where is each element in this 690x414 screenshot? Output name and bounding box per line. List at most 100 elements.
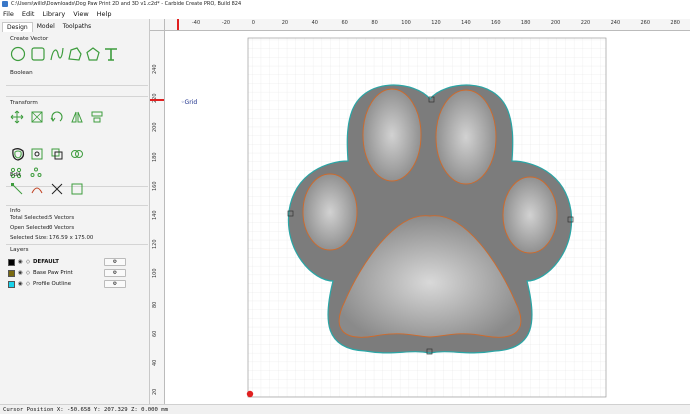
cursor-marker <box>177 19 179 30</box>
toe-pad-right[interactable] <box>502 176 558 254</box>
rectangle-icon[interactable] <box>30 46 46 62</box>
h-ruler-tick: 220 <box>580 20 591 26</box>
mirror-icon[interactable] <box>70 110 84 124</box>
menu-bar: File Edit Library View Help <box>0 8 690 19</box>
menu-view[interactable]: View <box>73 10 88 18</box>
mode-tabs: Design Model Toolpaths <box>2 22 95 32</box>
open-selected: Open Selected: 0 Vectors <box>10 225 74 231</box>
eye-icon[interactable]: ◉ <box>18 281 23 287</box>
node-edit-icon[interactable] <box>10 182 24 196</box>
selected-size: Selected Size: 176.59 x 175.00 <box>10 235 93 241</box>
cursor-position: Cursor Position X: -50.658 Y: 207.329 Z:… <box>3 407 169 413</box>
bounding-box-icon[interactable] <box>70 182 84 196</box>
join-icon[interactable] <box>30 147 44 161</box>
h-ruler-tick: 120 <box>431 20 441 26</box>
grid-label: Grid <box>184 99 198 106</box>
layer-color-swatch[interactable] <box>8 258 15 266</box>
canvas-drawing[interactable] <box>165 31 690 404</box>
menu-edit[interactable]: Edit <box>22 10 35 18</box>
selected-size-label: Selected Size: <box>10 235 48 241</box>
layer-color-swatch[interactable] <box>8 280 15 288</box>
cursor-marker <box>150 99 164 101</box>
group-icon[interactable] <box>50 147 64 161</box>
menu-library[interactable]: Library <box>42 10 65 18</box>
h-ruler-tick: -40 <box>192 20 201 26</box>
open-selected-value: 0 Vectors <box>49 225 75 231</box>
v-ruler-tick: 20 <box>152 388 158 396</box>
eye-icon[interactable]: ◉ <box>18 259 23 265</box>
section-boolean: Boolean <box>10 70 33 76</box>
h-ruler-tick: 100 <box>401 20 411 26</box>
tab-model[interactable]: Model <box>33 22 59 32</box>
weld-icon[interactable] <box>70 147 84 161</box>
text-icon[interactable] <box>103 46 119 62</box>
menu-file[interactable]: File <box>3 10 14 18</box>
h-ruler-tick: 200 <box>550 20 561 26</box>
carbide-create-window: C:\Users\willd\Downloads\Dog Paw Print 2… <box>0 0 690 414</box>
layer-settings-button[interactable]: ⚙ <box>104 280 127 288</box>
layer-name: Base Paw Print <box>33 270 73 276</box>
lock-icon[interactable]: ◇ <box>26 281 30 287</box>
left-panel: Design Model Toolpaths Create Vector Boo… <box>0 19 150 404</box>
divider <box>6 205 148 206</box>
v-ruler-tick: 100 <box>152 268 158 279</box>
divider <box>6 85 148 86</box>
grid-toggle[interactable]: ◦Grid <box>181 99 197 106</box>
toe-pad-inner-right[interactable] <box>435 89 497 185</box>
lock-icon[interactable]: ◇ <box>26 270 30 276</box>
offset-icon[interactable] <box>10 146 26 162</box>
h-ruler-tick: 260 <box>640 20 651 26</box>
total-selected-value: 5 Vectors <box>49 215 75 221</box>
layer-base-paw-print[interactable]: ◉ ◇ Base Paw Print ⚙ <box>8 268 146 278</box>
vertical-ruler: 24022020018016014012010080604020 <box>150 31 165 404</box>
v-ruler-tick: 120 <box>152 239 158 250</box>
eye-icon[interactable]: ◉ <box>18 270 23 276</box>
layer-name: Profile Outline <box>33 281 72 287</box>
tab-design[interactable]: Design <box>2 22 33 32</box>
h-ruler-tick: 0 <box>251 20 255 26</box>
layer-name: DEFAULT <box>33 259 59 265</box>
v-ruler-tick: 40 <box>152 359 158 366</box>
status-bar: Cursor Position X: -50.658 Y: 207.329 Z:… <box>0 404 690 414</box>
scale-icon[interactable] <box>30 110 44 124</box>
polyline-icon[interactable] <box>67 46 83 62</box>
ruler-corner <box>150 19 165 31</box>
polygon-icon[interactable] <box>85 46 101 62</box>
toe-pad-inner-left[interactable] <box>362 88 422 182</box>
divider <box>6 244 148 245</box>
move-icon[interactable] <box>10 110 24 124</box>
curve-icon[interactable] <box>49 46 65 62</box>
menu-help[interactable]: Help <box>97 10 112 18</box>
horizontal-ruler: -40 -20 0 20 40 60 80 100 120 140 160 180 200 220 240 2… <box>165 19 690 31</box>
lock-icon[interactable]: ◇ <box>26 259 30 265</box>
layer-default[interactable]: ◉ ◇ DEFAULT ⚙ <box>8 257 146 267</box>
h-ruler-tick: -20 <box>221 20 231 26</box>
cut-icon[interactable] <box>50 182 64 196</box>
rotate-icon[interactable] <box>50 110 64 124</box>
layer-color-swatch[interactable] <box>8 269 15 277</box>
align-icon[interactable] <box>90 110 104 124</box>
origin-marker <box>246 390 254 398</box>
layer-profile-outline[interactable]: ◉ ◇ Profile Outline ⚙ <box>8 279 146 289</box>
tab-toolpaths[interactable]: Toolpaths <box>59 22 95 32</box>
v-ruler-tick: 240 <box>152 64 158 74</box>
h-ruler-tick: 60 <box>341 20 348 26</box>
total-selected-label: Total Selected: <box>10 215 50 221</box>
h-ruler-tick: 140 <box>461 20 471 26</box>
trim-icon[interactable] <box>30 182 44 196</box>
circle-icon[interactable] <box>10 46 26 62</box>
v-ruler-tick: 160 <box>152 181 158 191</box>
title-bar: C:\Users\willd\Downloads\Dog Paw Print 2… <box>0 0 690 8</box>
layer-settings-button[interactable]: ⚙ <box>104 269 127 277</box>
window-title: C:\Users\willd\Downloads\Dog Paw Print 2… <box>11 1 242 7</box>
h-ruler-tick: 160 <box>491 20 501 26</box>
v-ruler-tick: 60 <box>152 330 158 337</box>
total-selected: Total Selected: 5 Vectors <box>10 215 74 221</box>
circular-array-icon[interactable] <box>30 167 42 179</box>
toe-pad-left[interactable] <box>302 173 358 251</box>
selected-size-value: 176.59 x 175.00 <box>49 235 94 241</box>
h-ruler-tick: 40 <box>311 20 318 26</box>
app-icon <box>2 1 8 7</box>
layer-settings-button[interactable]: ⚙ <box>104 258 127 266</box>
v-ruler-tick: 200 <box>152 122 158 133</box>
